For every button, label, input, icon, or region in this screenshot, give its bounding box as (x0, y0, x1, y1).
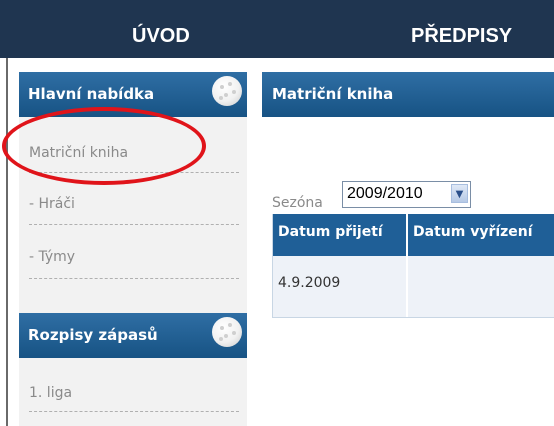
menu-divider (29, 172, 239, 173)
menu-item-label: 1. liga (29, 385, 73, 401)
menu-item-label: - Hráči (29, 196, 75, 212)
menu-divider (29, 278, 239, 279)
table-cell: 4.9.2009 (273, 256, 408, 317)
floorball-icon (212, 76, 242, 106)
menu-item-matricni-kniha[interactable]: Matriční kniha (19, 145, 247, 165)
season-select[interactable]: 2009/2010 ▼ (342, 181, 471, 208)
top-navigation: ÚVOD PŘEDPISY (0, 0, 554, 58)
menu-item-1-liga[interactable]: 1. liga (19, 385, 247, 405)
menu-divider (29, 411, 239, 412)
main-menu-header: Hlavní nabídka (19, 72, 247, 117)
floorball-icon (212, 317, 242, 347)
page-title: Matriční kniha (272, 85, 394, 103)
menu-item-tymy[interactable]: - Týmy (19, 249, 247, 269)
season-label: Sezóna (272, 195, 323, 211)
table-cell (408, 256, 554, 317)
schedule-menu-title: Rozpisy zápasů (28, 326, 158, 344)
column-header-datum-vyrizeni[interactable]: Datum vyřízení (408, 214, 554, 256)
nav-tab-predpisy[interactable]: PŘEDPISY (411, 0, 512, 58)
main-content: Matriční kniha Sezóna 2009/2010 ▼ Datum … (262, 72, 554, 426)
menu-item-label: - Týmy (29, 249, 76, 265)
matriculation-table: Datum přijetí Datum vyřízení 4.9.2009 (272, 214, 554, 318)
column-header-datum-prijeti[interactable]: Datum přijetí (273, 214, 408, 256)
menu-item-label: Matriční kniha (29, 145, 129, 161)
nav-tab-uvod[interactable]: ÚVOD (132, 0, 190, 58)
cell-value: 4.9.2009 (278, 275, 341, 291)
main-menu-title: Hlavní nabídka (28, 85, 155, 103)
column-header-label: Datum vyřízení (413, 224, 533, 240)
menu-item-hraci[interactable]: - Hráči (19, 196, 247, 216)
content-header: Matriční kniha (262, 72, 554, 117)
column-header-label: Datum přijetí (278, 224, 383, 240)
chevron-down-icon[interactable]: ▼ (451, 184, 468, 203)
schedule-menu-header: Rozpisy zápasů (19, 313, 247, 358)
left-sidebar: Hlavní nabídka Matriční kniha - Hráči - … (19, 72, 247, 426)
season-select-value: 2009/2010 (347, 185, 423, 202)
page-left-border (6, 58, 8, 426)
menu-divider (29, 224, 239, 225)
